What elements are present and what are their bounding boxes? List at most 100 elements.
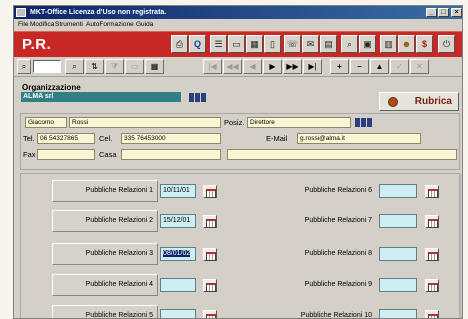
phone-icon[interactable]: ☏	[284, 35, 301, 53]
app-window: MKT-Office Licenza d'Uso non registrata.…	[13, 5, 463, 319]
people-icon[interactable]: ☻	[398, 35, 415, 53]
menu-modifica[interactable]: Modifica	[28, 20, 56, 30]
first-record-button[interactable]: |◀	[203, 59, 222, 74]
scrollbar[interactable]	[460, 174, 462, 318]
next-record-button[interactable]: ▶	[263, 59, 282, 74]
pr-date-10[interactable]	[379, 309, 417, 318]
dollar-icon[interactable]: $	[416, 35, 433, 53]
pr-date-1[interactable]: 10/11/01	[160, 184, 196, 198]
table-icon[interactable]: ▦	[145, 59, 164, 74]
pr-button-10[interactable]: Pubbliche Relazioni 10	[267, 305, 377, 318]
card-icon[interactable]: ▭	[228, 35, 245, 53]
pr-date-9[interactable]	[379, 278, 417, 292]
pr-date-7[interactable]	[379, 214, 417, 228]
pr-date-4[interactable]	[160, 278, 196, 292]
calendar-icon[interactable]	[203, 279, 217, 292]
last-record-button[interactable]: ▶|	[303, 59, 322, 74]
menu-guida[interactable]: Guida	[134, 20, 155, 30]
calendar-icon[interactable]	[203, 248, 217, 261]
fax-field[interactable]	[37, 149, 95, 160]
calendar-icon[interactable]	[203, 310, 217, 318]
cel-field[interactable]: 335 76453000	[121, 133, 221, 144]
up-button[interactable]: ▲	[370, 59, 389, 74]
sort-icon[interactable]: ⇅	[85, 59, 104, 74]
calc-icon[interactable]: ▣	[359, 35, 376, 53]
zoom-icon[interactable]: ⌕	[341, 35, 358, 53]
pr-button-4[interactable]: Pubbliche Relazioni 4	[52, 274, 158, 296]
posiz-label: Posiz.	[224, 118, 245, 127]
list-icon[interactable]: ☰	[210, 35, 227, 53]
contact-panel: Giacomo Rossi Posiz. Direttore Tel. 06 5…	[20, 113, 460, 170]
grid-icon[interactable]: ▦	[246, 35, 263, 53]
email-field[interactable]: g.rossi@alma.it	[297, 133, 421, 144]
navigation-bar: ⌕ ⌕ ⇅ ⧩ ▭ ▦ |◀ ◀◀ ◀ ▶ ▶▶ ▶| + − ▲ ✓ ✕	[14, 57, 462, 77]
pr-date-8[interactable]	[379, 247, 417, 261]
maximize-button[interactable]: □	[438, 8, 449, 17]
cancel-button[interactable]: ✕	[410, 59, 429, 74]
minimize-button[interactable]: _	[426, 8, 437, 17]
add-record-button[interactable]: +	[330, 59, 349, 74]
contact-indicator	[355, 118, 373, 127]
filter-icon[interactable]: ⧩	[105, 59, 124, 74]
calendar-icon[interactable]	[203, 215, 217, 228]
prev-record-button[interactable]: ◀	[243, 59, 262, 74]
fax-icon[interactable]: ✉	[302, 35, 319, 53]
search-icon[interactable]: ⌕	[65, 59, 84, 74]
book-icon[interactable]: ▥	[380, 35, 397, 53]
rubrica-icon	[388, 97, 398, 107]
chart-icon[interactable]: ▤	[320, 35, 337, 53]
view-icon[interactable]: ▭	[125, 59, 144, 74]
fax-label: Fax	[23, 150, 36, 159]
pr-button-8[interactable]: Pubbliche Relazioni 8	[267, 243, 377, 265]
position-field[interactable]: Direttore	[247, 117, 351, 128]
app-icon	[16, 8, 26, 17]
pr-button-1[interactable]: Pubbliche Relazioni 1	[52, 180, 158, 202]
title-bar: MKT-Office Licenza d'Uso non registrata.…	[14, 6, 462, 19]
document-icon[interactable]: ▯	[264, 35, 281, 53]
tel-field[interactable]: 06 54327865	[37, 133, 95, 144]
organization-field[interactable]: ALMA srl	[21, 92, 181, 102]
window-title: MKT-Office Licenza d'Uso non registrata.	[30, 9, 167, 16]
rubrica-button[interactable]: Rubrica	[379, 92, 459, 111]
last-name-field[interactable]: Rossi	[69, 117, 221, 128]
pr-button-2[interactable]: Pubbliche Relazioni 2	[52, 210, 158, 232]
calendar-icon[interactable]	[425, 215, 439, 228]
prev-page-button[interactable]: ◀◀	[223, 59, 242, 74]
organization-indicator	[189, 93, 207, 102]
pr-date-2[interactable]: 15/12/01	[160, 214, 196, 228]
module-toolbar: P.R. ⎙ Q ☰ ▭ ▦ ▯ ☏ ✉ ▤ ⌕ ▣ ▥ ☻ $ ⏻	[14, 31, 462, 57]
menu-bar: File Modifica Strumenti AutoFormazione G…	[14, 19, 462, 31]
calendar-icon[interactable]	[203, 185, 217, 198]
casa-label: Casa	[99, 150, 117, 159]
cel-label: Cel.	[99, 134, 113, 143]
find-icon[interactable]: ⌕	[17, 59, 31, 74]
tel-label: Tel.	[23, 134, 35, 143]
power-icon[interactable]: ⏻	[438, 35, 455, 53]
pr-date-6[interactable]	[379, 184, 417, 198]
pr-button-9[interactable]: Pubbliche Relazioni 9	[267, 274, 377, 296]
close-button[interactable]: ×	[451, 8, 462, 17]
organization-label: Organizzazione	[22, 83, 81, 92]
casa-field[interactable]	[121, 149, 221, 160]
menu-strumenti[interactable]: Strumenti	[53, 20, 85, 30]
pr-date-5[interactable]	[160, 309, 196, 318]
pr-button-6[interactable]: Pubbliche Relazioni 6	[267, 180, 377, 202]
search-q-icon[interactable]: Q	[189, 35, 206, 53]
pr-date-3[interactable]: 08/01/02	[160, 247, 196, 261]
confirm-button[interactable]: ✓	[390, 59, 409, 74]
print-icon[interactable]: ⎙	[171, 35, 188, 53]
rubrica-label: Rubrica	[414, 96, 452, 107]
calendar-icon[interactable]	[425, 248, 439, 261]
calendar-icon[interactable]	[425, 185, 439, 198]
first-name-field[interactable]: Giacomo	[25, 117, 67, 128]
calendar-icon[interactable]	[425, 310, 439, 318]
pr-button-5[interactable]: Pubbliche Relazioni 5	[52, 305, 158, 318]
delete-record-button[interactable]: −	[350, 59, 369, 74]
calendar-icon[interactable]	[425, 279, 439, 292]
next-page-button[interactable]: ▶▶	[283, 59, 302, 74]
menu-autoformazione[interactable]: AutoFormazione	[84, 20, 136, 30]
find-input[interactable]	[33, 60, 61, 73]
pr-button-3[interactable]: Pubbliche Relazioni 3	[52, 243, 158, 265]
pr-button-7[interactable]: Pubbliche Relazioni 7	[267, 210, 377, 232]
extra-field[interactable]	[227, 149, 457, 160]
